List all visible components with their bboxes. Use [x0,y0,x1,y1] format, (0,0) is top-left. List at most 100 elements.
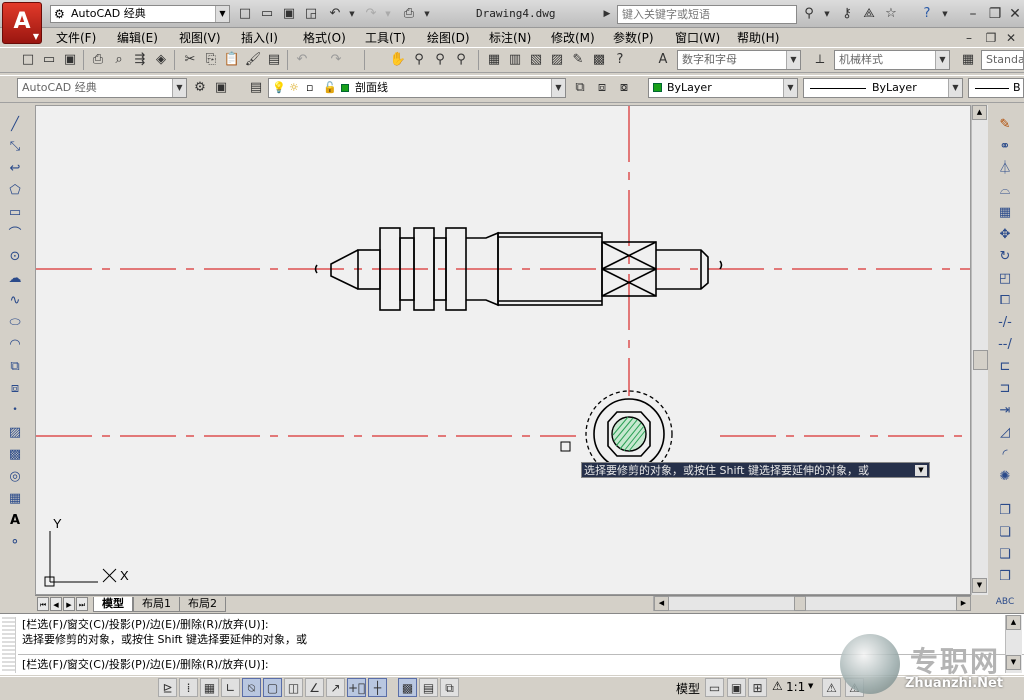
dynamic-input-icon[interactable]: +⃞ [347,678,366,697]
key-icon[interactable]: ⚷ [838,5,856,23]
chevron-down-icon[interactable]: ▼ [808,682,813,690]
object-snap-icon[interactable]: ▢ [263,678,282,697]
command-prompt[interactable]: [栏选(F)/窗交(C)/投影(P)/边(E)/删除(R)/放弃(U)]: [22,657,269,673]
scroll-left-icon[interactable]: ◀ [654,596,669,611]
trim-icon[interactable]: -/- [994,312,1016,333]
scroll-up-icon[interactable]: ▲ [1006,615,1021,630]
plot-preview-icon[interactable]: ⌕ [109,50,129,70]
annotation-scale-value[interactable]: 1:1 [786,680,805,694]
save-icon[interactable]: ▣ [280,5,298,23]
join-icon[interactable]: ⇥ [994,400,1016,421]
minimize-doc-icon[interactable]: – [960,29,978,47]
menu-file[interactable]: 文件(F) [56,30,96,46]
help-icon[interactable]: ? [610,50,630,70]
ellipse-arc-icon[interactable]: ◠ [4,334,26,355]
zoom-realtime-icon[interactable]: ⚲ [409,50,429,70]
redo-icon[interactable]: ↷ [326,50,346,70]
open-folder-icon[interactable]: ▭ [258,5,276,23]
polar-tracking-icon[interactable]: ⍉ [242,678,261,697]
menu-tools[interactable]: 工具(T) [365,30,406,46]
menu-help[interactable]: 帮助(H) [737,30,779,46]
rectangle-icon[interactable]: ▭ [4,202,26,223]
infer-constraints-icon[interactable]: ⊵ [158,678,177,697]
menu-format[interactable]: 格式(O) [303,30,346,46]
first-tab-icon[interactable]: ⏮ [37,597,49,611]
chevron-down-icon[interactable]: ▼ [343,5,361,23]
help-icon[interactable]: ? [918,5,936,23]
table-style-select[interactable]: Standa [981,50,1024,70]
dim-style-select[interactable]: 机械样式 ▼ [834,50,950,70]
erase-icon[interactable]: ✎ [994,114,1016,135]
new-file-icon[interactable]: □ [236,5,254,23]
markup-icon[interactable]: ✎ [568,50,588,70]
chevron-down-icon[interactable]: ▼ [915,465,927,476]
vertical-scrollbar[interactable]: ▲ ▼ [971,105,988,595]
plot-icon[interactable]: ⎙ [88,50,108,70]
search-input[interactable]: 键入关键字或短语 [617,5,797,24]
text-style-select[interactable]: 数字和字母 ▼ [677,50,801,70]
draworder-front-icon[interactable]: ❐ [994,500,1016,521]
star-icon[interactable]: ☆ [882,5,900,23]
pan-icon[interactable]: ✋ [388,50,408,70]
pan-status-icon[interactable]: ⊞ [748,678,767,697]
chevron-down-icon[interactable]: ▼ [936,5,954,23]
workspace-settings-icon[interactable]: ▣ [211,78,231,98]
color-select[interactable]: ByLayer ▼ [648,78,798,98]
move-icon[interactable]: ✥ [994,224,1016,245]
command-scrollbar[interactable]: ▲ ▼ [1005,615,1022,673]
circle-icon[interactable]: ⊙ [4,246,26,267]
scroll-up-icon[interactable]: ▲ [972,105,987,120]
grid-display-icon[interactable]: ▦ [200,678,219,697]
last-tab-icon[interactable]: ⏭ [76,597,88,611]
scroll-down-icon[interactable]: ▼ [972,578,987,593]
3d-dwf-icon[interactable]: ◈ [151,50,171,70]
menu-edit[interactable]: 编辑(E) [117,30,158,46]
quick-view-layouts-icon[interactable]: ▭ [705,678,724,697]
layer-properties-icon[interactable]: ▤ [246,78,266,98]
vertical-scroll-thumb[interactable] [973,350,988,370]
tab-model[interactable]: 模型 [93,597,133,612]
gear-icon[interactable]: ⚙ [190,78,210,98]
tool-palettes-icon[interactable]: ▧ [526,50,546,70]
workspace-switcher[interactable]: ⚙ AutoCAD 经典 ▼ [50,5,230,23]
exchange-icon[interactable]: ⟁ [860,5,878,23]
print-icon[interactable]: ⎙ [400,5,418,23]
array-icon[interactable]: ▦ [994,202,1016,223]
sheet-set-icon[interactable]: ▨ [547,50,567,70]
menu-view[interactable]: 视图(V) [179,30,221,46]
region-icon[interactable]: ◎ [4,466,26,487]
restore-doc-icon[interactable]: ❐ [982,29,1000,47]
dynamic-ucs-icon[interactable]: ↗ [326,678,345,697]
menu-insert[interactable]: 插入(I) [241,30,278,46]
publish-icon[interactable]: ⇶ [130,50,150,70]
zoom-window-icon[interactable]: ⚲ [430,50,450,70]
redo-icon[interactable]: ↷ [362,5,380,23]
chevron-down-icon[interactable]: ▼ [379,5,397,23]
save-as-icon[interactable]: ◲ [302,5,320,23]
command-window-grip[interactable] [2,617,16,673]
zoom-previous-icon[interactable]: ⚲ [451,50,471,70]
polyline-icon[interactable]: ↩ [4,158,26,179]
break-icon[interactable]: ⊐ [994,378,1016,399]
menu-dimension[interactable]: 标注(N) [489,30,531,46]
quickcalc-icon[interactable]: ▩ [589,50,609,70]
menu-draw[interactable]: 绘图(D) [427,30,470,46]
fillet-icon[interactable]: ◜ [994,444,1016,465]
save-icon[interactable]: ▣ [60,50,80,70]
tab-layout2[interactable]: 布局2 [179,597,226,612]
close-window-icon[interactable]: ✕ [1000,5,1024,23]
close-doc-icon[interactable]: ✕ [1002,29,1020,47]
lineweight-select[interactable]: B [968,78,1024,98]
transparency-icon[interactable]: ▩ [398,678,417,697]
make-current-layer-icon[interactable]: ⧉ [570,78,590,98]
properties-icon[interactable]: ▦ [484,50,504,70]
binoculars-icon[interactable]: ⚲ [800,5,818,23]
insert-block-icon[interactable]: ⧉ [4,356,26,377]
scale-icon[interactable]: ◰ [994,268,1016,289]
ortho-mode-icon[interactable]: ∟ [221,678,240,697]
polygon-icon[interactable]: ⬠ [4,180,26,201]
spline-icon[interactable]: ∿ [4,290,26,311]
next-tab-icon[interactable]: ▶ [63,597,75,611]
scroll-right-icon[interactable]: ▶ [956,596,971,611]
draworder-above-icon[interactable]: ❑ [994,544,1016,565]
